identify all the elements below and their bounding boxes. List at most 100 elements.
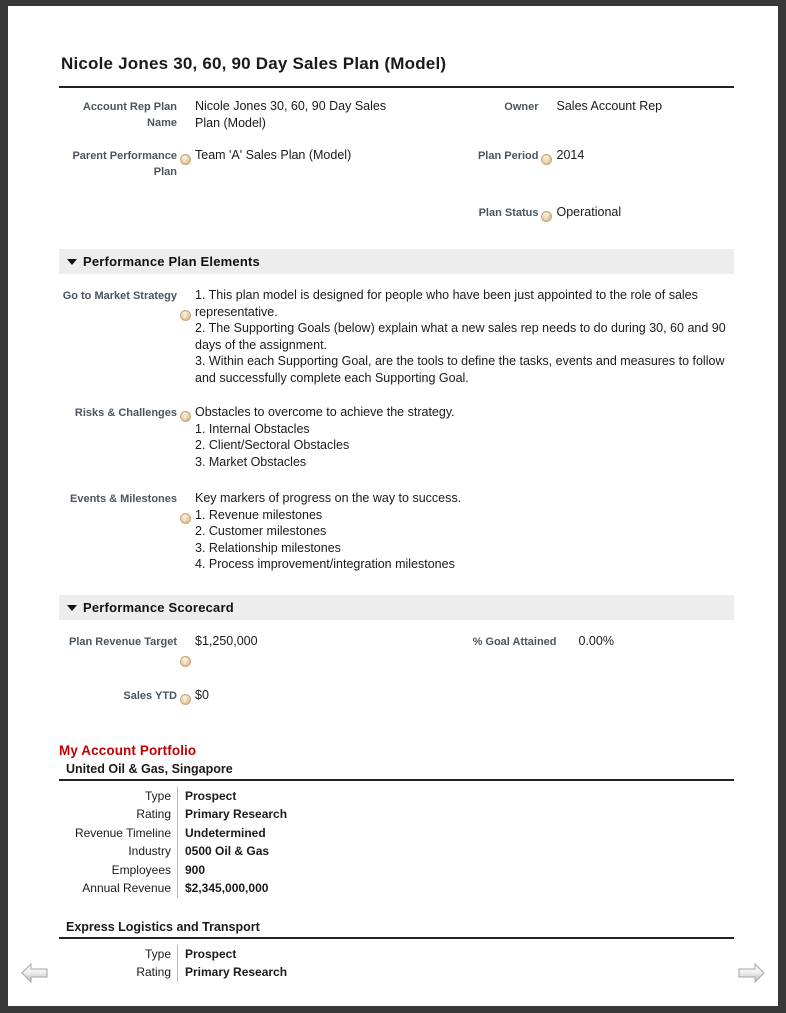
field-spacer — [53, 202, 397, 226]
account-divider — [59, 778, 734, 781]
field-label: Employees — [53, 860, 178, 879]
field-help-slot — [177, 631, 193, 671]
previous-page-button[interactable] — [20, 960, 50, 986]
table-row: Rating Primary Research — [53, 963, 287, 982]
field-sales-ytd: Sales YTD $0 — [53, 685, 397, 709]
table-row: Industry 0500 Oil & Gas — [53, 842, 287, 861]
help-icon[interactable] — [541, 154, 552, 166]
next-page-button[interactable] — [736, 960, 766, 986]
field-goal-attained: % Goal Attained 0.00% — [397, 631, 741, 671]
related-list-my-account-portfolio: My Account Portfolio United Oil & Gas, S… — [53, 743, 740, 982]
field-value-line: 1. Internal Obstacles — [195, 421, 310, 436]
field-value: Operational — [556, 205, 622, 219]
field-label: % Goal Attained — [472, 635, 557, 648]
field-label: Annual Revenue — [53, 879, 178, 898]
field-value: $0 — [195, 687, 209, 702]
field-value-line: representative. — [195, 304, 278, 319]
header-detail-block: Account Rep Plan Name Nicole Jones 30, 6… — [53, 96, 740, 226]
field-help-slot — [557, 631, 573, 671]
field-help-slot — [177, 96, 193, 131]
field-events-milestones: Events & Milestones Key markers of progr… — [53, 488, 740, 573]
section-title: Performance Plan Elements — [83, 254, 260, 269]
table-row: Employees 900 — [53, 860, 287, 879]
field-value-line: 3. Within each Supporting Goal, are the … — [195, 354, 725, 368]
field-value: Primary Research — [185, 965, 288, 979]
field-value: 0.00% — [578, 633, 614, 648]
related-list-title: My Account Portfolio — [59, 742, 197, 758]
field-label: Rating — [53, 963, 178, 982]
document-page: Nicole Jones 30, 60, 90 Day Sales Plan (… — [8, 6, 778, 1006]
field-value: 0500 Oil & Gas — [185, 844, 270, 858]
field-go-to-market-strategy: Go to Market Strategy 1. This plan model… — [53, 285, 740, 386]
field-help-slot — [539, 202, 555, 226]
help-icon[interactable] — [179, 513, 191, 525]
arrow-left-icon — [21, 962, 48, 984]
document-body: Nicole Jones 30, 60, 90 Day Sales Plan (… — [8, 6, 778, 982]
field-value-line: Plan (Model) — [195, 115, 266, 130]
field-value: Key markers of progress on the way to su… — [193, 488, 740, 573]
help-icon[interactable] — [179, 411, 191, 423]
field-label: Type — [53, 786, 178, 805]
help-icon[interactable] — [179, 655, 191, 667]
field-value-line: 4. Process improvement/integration miles… — [195, 557, 455, 571]
related-list-account: Express Logistics and Transport Type Pro… — [53, 920, 740, 982]
help-icon[interactable] — [541, 211, 552, 223]
account-name[interactable]: United Oil & Gas, Singapore — [66, 762, 740, 776]
field-value: Nicole Jones 30, 60, 90 Day Sales Plan (… — [193, 96, 397, 131]
field-parent-performance-plan: Parent Performance Plan Team 'A' Sales P… — [53, 145, 397, 180]
detail-row: Events & Milestones Key markers of progr… — [53, 488, 740, 573]
field-value-line: and successfully complete each Supportin… — [195, 370, 469, 385]
field-value: $2,345,000,000 — [185, 881, 269, 895]
field-value: Obstacles to overcome to achieve the str… — [193, 402, 740, 470]
field-label: Risks & Challenges — [74, 407, 177, 419]
field-plan-status: Plan Status Operational — [397, 202, 741, 226]
arrow-right-icon — [738, 962, 765, 984]
field-value-line: 2. The Supporting Goals (below) explain … — [195, 321, 726, 335]
field-value-line: Nicole Jones 30, 60, 90 Day Sales — [195, 99, 387, 113]
field-help-slot — [177, 402, 193, 470]
account-field-table: Type Prospect Rating Primary Research — [53, 944, 287, 982]
collapse-triangle-icon[interactable] — [67, 604, 77, 611]
field-plan-revenue-target: Plan Revenue Target $1,250,000 — [53, 631, 397, 671]
table-row: Revenue Timeline Undetermined — [53, 823, 287, 842]
help-icon[interactable] — [179, 693, 191, 705]
section-title: Performance Scorecard — [83, 599, 234, 615]
field-risks-challenges: Risks & Challenges Obstacles to overcome… — [53, 402, 740, 470]
field-value: $1,250,000 — [195, 633, 258, 648]
field-value: Primary Research — [185, 807, 288, 821]
table-row: Annual Revenue $2,345,000,000 — [53, 879, 287, 898]
detail-row: Plan Revenue Target $1,250,000 % Goal At… — [53, 631, 740, 671]
field-value: Team 'A' Sales Plan (Model) — [195, 148, 352, 162]
field-label: Type — [53, 944, 178, 963]
field-value-line: 2. Customer milestones — [195, 524, 327, 538]
table-row: Type Prospect — [53, 944, 287, 963]
field-value-line: days of the assignment. — [195, 337, 328, 352]
field-value: Prospect — [185, 946, 237, 961]
window-frame: Nicole Jones 30, 60, 90 Day Sales Plan (… — [0, 0, 786, 1013]
field-help-slot — [539, 96, 555, 131]
field-label: Parent Performance Plan — [72, 150, 177, 178]
scorecard-fields: Plan Revenue Target $1,250,000 % Goal At… — [53, 631, 740, 709]
field-help-slot — [177, 145, 193, 180]
section-header-plan-elements[interactable]: Performance Plan Elements — [59, 249, 734, 274]
field-help-slot — [177, 488, 193, 573]
field-value: Sales Account Rep — [556, 99, 663, 113]
account-field-table: Type Prospect Rating Primary Research Re… — [53, 786, 287, 898]
field-account-rep-plan-name: Account Rep Plan Name Nicole Jones 30, 6… — [53, 96, 397, 131]
table-row: Rating Primary Research — [53, 805, 287, 824]
field-value: 2014 — [556, 148, 585, 162]
detail-row: Go to Market Strategy 1. This plan model… — [53, 285, 740, 386]
field-label: Go to Market Strategy — [62, 290, 177, 302]
field-value: 900 — [185, 862, 206, 877]
plan-elements-fields: Go to Market Strategy 1. This plan model… — [53, 285, 740, 573]
field-spacer — [397, 685, 741, 709]
field-value-line: Obstacles to overcome to achieve the str… — [195, 405, 455, 419]
help-icon[interactable] — [179, 154, 191, 166]
account-name[interactable]: Express Logistics and Transport — [66, 920, 740, 934]
field-label: Account Rep Plan Name — [82, 101, 177, 129]
collapse-triangle-icon[interactable] — [67, 259, 77, 265]
field-label: Rating — [53, 805, 178, 824]
help-icon[interactable] — [179, 310, 191, 322]
detail-row: Risks & Challenges Obstacles to overcome… — [53, 402, 740, 470]
section-header-scorecard[interactable]: Performance Scorecard — [59, 594, 734, 620]
